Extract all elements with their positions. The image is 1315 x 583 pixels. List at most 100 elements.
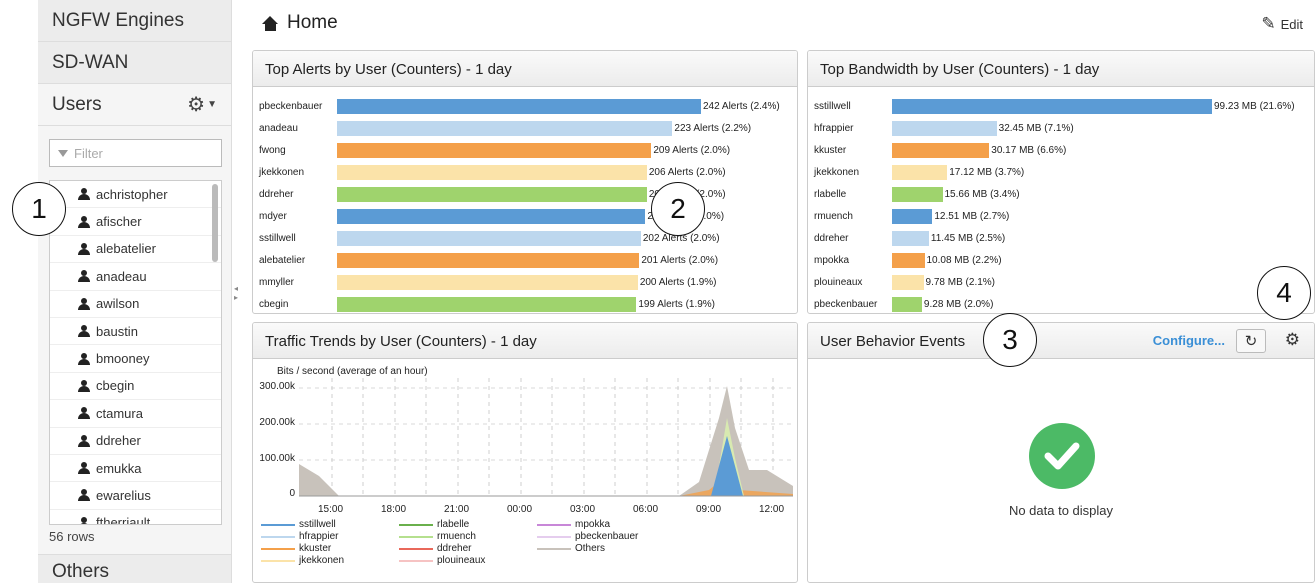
user-list-item[interactable]: awilson — [50, 291, 221, 318]
x-tick: 21:00 — [444, 504, 470, 515]
user-list-item[interactable]: baustin — [50, 318, 221, 346]
bar-label: fwong — [259, 144, 286, 156]
bar-label: ddreher — [814, 232, 849, 244]
legend-item[interactable]: mpokka — [537, 519, 610, 530]
user-icon — [78, 297, 90, 310]
collapse-toggle[interactable]: ◂ ▸ — [234, 284, 238, 302]
configure-link[interactable]: Configure... — [1153, 333, 1225, 348]
legend-item[interactable]: ddreher — [399, 543, 471, 554]
bar — [892, 208, 933, 224]
section-users[interactable]: Users ⚙ ▼ — [38, 84, 231, 126]
bar-row[interactable]: pbeckenbauer 242 Alerts (2.4%) — [253, 95, 780, 117]
bar — [337, 120, 673, 136]
bar — [892, 120, 997, 136]
bar-row[interactable]: jkekkonen 206 Alerts (2.0%) — [253, 161, 726, 183]
edit-icon: ✎ — [1261, 14, 1276, 33]
user-name: afischer — [96, 214, 142, 230]
bar-label: kkuster — [814, 144, 847, 156]
filter-input[interactable]: Filter — [49, 139, 222, 167]
bar-value-label: 200 Alerts (1.9%) — [639, 276, 717, 288]
bar-row[interactable]: sstillwell 202 Alerts (2.0%) — [253, 227, 720, 249]
bar-value-label: 10.08 MB (2.2%) — [926, 254, 1002, 266]
callout-1: 1 — [12, 182, 66, 236]
bar-row[interactable]: mmyller 200 Alerts (1.9%) — [253, 271, 717, 293]
bar-value-label: 15.66 MB (3.4%) — [944, 188, 1020, 200]
refresh-button[interactable]: ↻ — [1236, 329, 1266, 353]
bar-row[interactable]: plouineaux 9.78 MB (2.1%) — [808, 271, 995, 293]
bar-row[interactable]: fwong 209 Alerts (2.0%) — [253, 139, 730, 161]
user-list-item[interactable]: ctamura — [50, 400, 221, 428]
bar-label: alebatelier — [259, 254, 306, 266]
filter-placeholder: Filter — [74, 145, 103, 161]
bar — [337, 252, 640, 268]
bar-row[interactable]: anadeau 223 Alerts (2.2%) — [253, 117, 751, 139]
bar-value-label: 242 Alerts (2.4%) — [703, 100, 780, 112]
y-tick: 300.00k — [259, 381, 295, 392]
legend-item[interactable]: rlabelle — [399, 519, 469, 530]
scrollbar[interactable] — [212, 184, 218, 262]
edit-button[interactable]: ✎ Edit — [1261, 14, 1303, 34]
legend-item[interactable]: pbeckenbauer — [537, 531, 638, 542]
user-list-item[interactable]: ftherriault — [50, 510, 221, 524]
callout-2: 2 — [651, 182, 705, 236]
user-list-item[interactable]: achristopher — [50, 181, 221, 209]
bar-row[interactable]: alebatelier 201 Alerts (2.0%) — [253, 249, 718, 271]
user-behavior-panel: User Behavior Events Configure... ↻ ⚙ No… — [807, 322, 1315, 583]
gear-dropdown-icon[interactable]: ⚙ ▼ — [187, 92, 217, 117]
panel-title: Top Bandwidth by User (Counters) - 1 day — [808, 51, 1314, 87]
bar-value-label: 99.23 MB (21.6%) — [1214, 100, 1295, 112]
user-name: ewarelius — [96, 487, 151, 503]
bar-row[interactable]: sstillwell 99.23 MB (21.6%) — [808, 95, 1295, 117]
user-name: emukka — [96, 460, 142, 476]
legend-label: kkuster — [299, 543, 332, 554]
bar-row[interactable]: rmuench 12.51 MB (2.7%) — [808, 205, 1009, 227]
bar-row[interactable]: rlabelle 15.66 MB (3.4%) — [808, 183, 1020, 205]
no-data-message: No data to display — [1008, 503, 1114, 518]
user-list-item[interactable]: bmooney — [50, 345, 221, 373]
section-sd-wan[interactable]: SD-WAN — [38, 42, 231, 84]
legend-item[interactable]: hfrappier — [261, 531, 338, 542]
bar-row[interactable]: pbeckenbauer 9.28 MB (2.0%) — [808, 293, 993, 313]
bar — [337, 274, 638, 290]
chart-ylabel: Bits / second (average of an hour) — [277, 366, 428, 377]
bar-row[interactable]: kkuster 30.17 MB (6.6%) — [808, 139, 1066, 161]
bar-value-label: 206 Alerts (2.0%) — [648, 166, 726, 178]
gear-icon[interactable]: ⚙ — [1285, 330, 1300, 350]
section-others[interactable]: Others — [38, 554, 231, 583]
bar-label: jkekkonen — [259, 166, 305, 178]
legend-item[interactable]: jkekkonen — [261, 555, 344, 566]
user-list-item[interactable]: afischer — [50, 208, 221, 236]
user-list-item[interactable]: emukka — [50, 455, 221, 483]
user-name: bmooney — [96, 351, 150, 367]
user-list-item[interactable]: ewarelius — [50, 482, 221, 510]
user-list-item[interactable]: anadeau — [50, 263, 221, 291]
bar-value-label: 11.45 MB (2.5%) — [930, 232, 1006, 244]
edit-label: Edit — [1280, 16, 1303, 32]
user-name: anadeau — [96, 268, 147, 284]
legend-label: rlabelle — [437, 519, 470, 530]
legend-item[interactable]: plouineaux — [399, 555, 485, 566]
legend-item[interactable]: kkuster — [261, 543, 331, 554]
panel-title: Top Alerts by User (Counters) - 1 day — [253, 51, 797, 87]
user-list-item[interactable]: alebatelier — [50, 236, 221, 264]
legend-item[interactable]: sstillwell — [261, 519, 336, 530]
user-list-item[interactable]: cbegin — [50, 373, 221, 401]
page-title: Home — [262, 12, 338, 34]
bar-row[interactable]: jkekkonen 17.12 MB (3.7%) — [808, 161, 1024, 183]
bar-row[interactable]: ddreher 11.45 MB (2.5%) — [808, 227, 1005, 249]
x-tick: 15:00 — [318, 504, 344, 515]
section-label: NGFW Engines — [52, 9, 184, 31]
bar-row[interactable]: hfrappier 32.45 MB (7.1%) — [808, 117, 1074, 139]
section-ngfw-engines[interactable]: NGFW Engines — [38, 0, 231, 42]
legend-label: jkekkonen — [299, 555, 345, 566]
user-list-item[interactable]: ddreher — [50, 428, 221, 455]
bar-row[interactable]: cbegin 199 Alerts (1.9%) — [253, 293, 715, 313]
user-name: ddreher — [96, 433, 141, 449]
legend-item[interactable]: rmuench — [399, 531, 476, 542]
bar-label: sstillwell — [814, 100, 851, 112]
legend-item[interactable]: Others — [537, 543, 605, 554]
user-name: awilson — [96, 296, 140, 312]
bar-row[interactable]: mpokka 10.08 MB (2.2%) — [808, 249, 1002, 271]
user-name: ctamura — [96, 405, 143, 421]
legend-swatch — [537, 547, 571, 550]
